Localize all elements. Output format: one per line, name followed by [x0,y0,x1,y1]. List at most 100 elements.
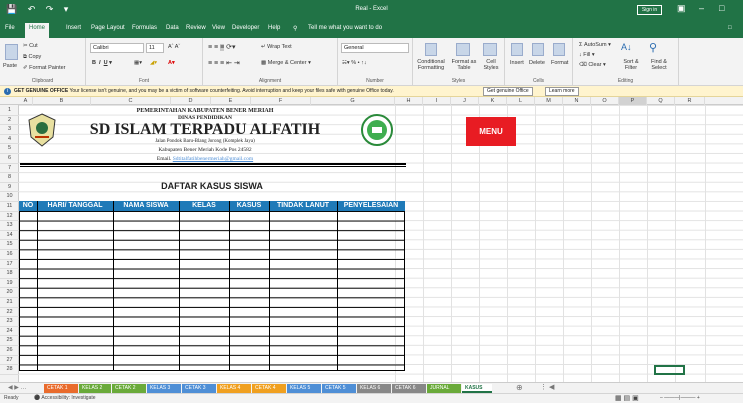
column-header-k[interactable]: K [479,97,507,105]
column-header-h[interactable]: H [395,97,423,105]
column-header-m[interactable]: M [535,97,563,105]
tab-data[interactable]: Data [166,25,179,31]
horizontal-align-icons[interactable]: ≡ ≡ ≡ ⇤ ⇥ [208,59,240,67]
paste-icon[interactable] [5,44,18,60]
case-table-body[interactable] [19,211,405,371]
row-header-11[interactable]: 11 [0,202,19,212]
tab-home[interactable]: Home [25,23,50,38]
column-header-e[interactable]: E [211,97,251,105]
border-icon[interactable]: ▦▾ [134,60,142,66]
grow-shrink-font-buttons[interactable]: Aˆ Aˇ [168,44,180,50]
get-genuine-office-button[interactable]: Get genuine Office [483,87,533,96]
tab-developer[interactable]: Developer [232,25,259,31]
selected-cell[interactable] [654,365,685,375]
format-painter-button[interactable]: ✐ Format Painter [23,65,66,71]
column-header-r[interactable]: R [675,97,705,105]
column-header-b[interactable]: B [33,97,91,105]
row-header-13[interactable]: 13 [0,221,19,231]
row-header-15[interactable]: 15 [0,240,19,250]
find-select-button[interactable]: Find & Select [645,59,673,71]
row-header-23[interactable]: 23 [0,317,19,327]
row-header-5[interactable]: 5 [0,144,19,154]
insert-cells-icon[interactable] [511,43,523,56]
row-header-7[interactable]: 7 [0,164,19,174]
ribbon-display-icon[interactable]: ▣ [677,3,686,14]
column-header-n[interactable]: N [563,97,591,105]
tab-view[interactable]: View [212,25,225,31]
maximize-button[interactable]: □ [719,3,724,13]
row-header-17[interactable]: 17 [0,260,19,270]
font-color-icon[interactable]: A▾ [168,60,175,66]
find-select-icon[interactable]: ⚲ [649,41,657,54]
sheet-tab-kasus[interactable]: KASUS [462,384,492,393]
menu-button[interactable]: MENU [466,117,516,146]
sheet-tab-kelas-3[interactable]: KELAS 3 [147,384,181,393]
column-header-j[interactable]: J [451,97,479,105]
row-header-28[interactable]: 28 [0,365,19,375]
sheet-tab-kelas-4[interactable]: KELAS 4 [217,384,251,393]
fill-button[interactable]: ↓ Fill ▾ [579,52,595,58]
number-format-select[interactable]: General [341,43,409,53]
font-name-select[interactable]: Calibri [90,43,144,53]
sheet-tab-cetak-3[interactable]: CETAK 3 [182,384,216,393]
format-button[interactable]: Format [551,60,568,66]
insert-button[interactable]: Insert [510,60,524,66]
sheet-tab-kelas-5[interactable]: KELAS 5 [287,384,321,393]
wrap-text-button[interactable]: ↵ Wrap Text [261,44,292,50]
column-header-l[interactable]: L [507,97,535,105]
row-header-8[interactable]: 8 [0,173,19,183]
sheet-nav-arrows[interactable]: ◀ ▶ … [8,384,27,391]
sheet-tab-kelas-6[interactable]: KELAS 6 [357,384,391,393]
bold-italic-underline-buttons[interactable]: B I U ▾ [92,60,112,66]
column-header-c[interactable]: C [91,97,171,105]
row-header-3[interactable]: 3 [0,125,19,135]
add-sheet-icon[interactable]: ⊕ [516,383,523,392]
copy-button[interactable]: ⧉ Copy [23,54,41,61]
row-header-18[interactable]: 18 [0,269,19,279]
column-header-p[interactable]: P [619,97,647,105]
autosum-button[interactable]: Σ AutoSum ▾ [579,42,611,48]
tab-review[interactable]: Review [186,25,206,31]
row-header-16[interactable]: 16 [0,250,19,260]
row-header-9[interactable]: 9 [0,183,19,193]
tab-page-layout[interactable]: Page Layout [91,25,125,31]
conditional-formatting-icon[interactable] [425,43,437,56]
column-header-f[interactable]: F [251,97,311,105]
cut-button[interactable]: ✂ Cut [23,43,38,49]
row-header-14[interactable]: 14 [0,231,19,241]
sheet-tab-cetak-1[interactable]: CETAK 1 [44,384,78,393]
clear-button[interactable]: ⌫ Clear ▾ [579,62,606,68]
row-header-2[interactable]: 2 [0,116,19,126]
vertical-align-icons[interactable]: ≡ ≡ ≡ ⟳▾ [208,43,235,51]
sheet-tab-cetak-4[interactable]: CETAK 4 [252,384,286,393]
row-header-12[interactable]: 12 [0,212,19,222]
column-header-o[interactable]: O [591,97,619,105]
sheet-scroll-handle[interactable]: ⋮ ◀ [540,383,554,391]
sheet-tab-jurnal[interactable]: JURNAL [427,384,461,393]
row-header-4[interactable]: 4 [0,135,19,145]
row-header-25[interactable]: 25 [0,336,19,346]
conditional-formatting-button[interactable]: Conditional Formatting [415,59,447,71]
format-as-table-icon[interactable] [456,43,470,56]
row-header-22[interactable]: 22 [0,308,19,318]
sheet-tab-cetak-2[interactable]: CETAK 2 [112,384,146,393]
delete-button[interactable]: Delete [529,60,545,66]
sheet-tab-cetak-6[interactable]: CETAK 6 [392,384,426,393]
format-as-table-button[interactable]: Format as Table [449,59,479,71]
delete-cells-icon[interactable] [532,43,544,56]
sort-filter-button[interactable]: Sort & Filter [617,59,645,71]
sign-in-button[interactable]: Sign in [637,5,662,15]
row-header-1[interactable]: 1 [0,106,19,116]
learn-more-button[interactable]: Learn more [545,87,579,96]
tell-me-search[interactable]: Tell me what you want to do [308,25,382,31]
row-header-21[interactable]: 21 [0,298,19,308]
format-cells-icon[interactable] [553,43,565,56]
row-header-6[interactable]: 6 [0,154,19,164]
font-size-select[interactable]: 11 [146,43,164,53]
row-header-26[interactable]: 26 [0,346,19,356]
column-header-a[interactable]: A [19,97,33,105]
column-header-q[interactable]: Q [647,97,675,105]
row-header-19[interactable]: 19 [0,279,19,289]
fill-color-icon[interactable]: ◢▾ [150,60,157,66]
row-header-10[interactable]: 10 [0,192,19,202]
